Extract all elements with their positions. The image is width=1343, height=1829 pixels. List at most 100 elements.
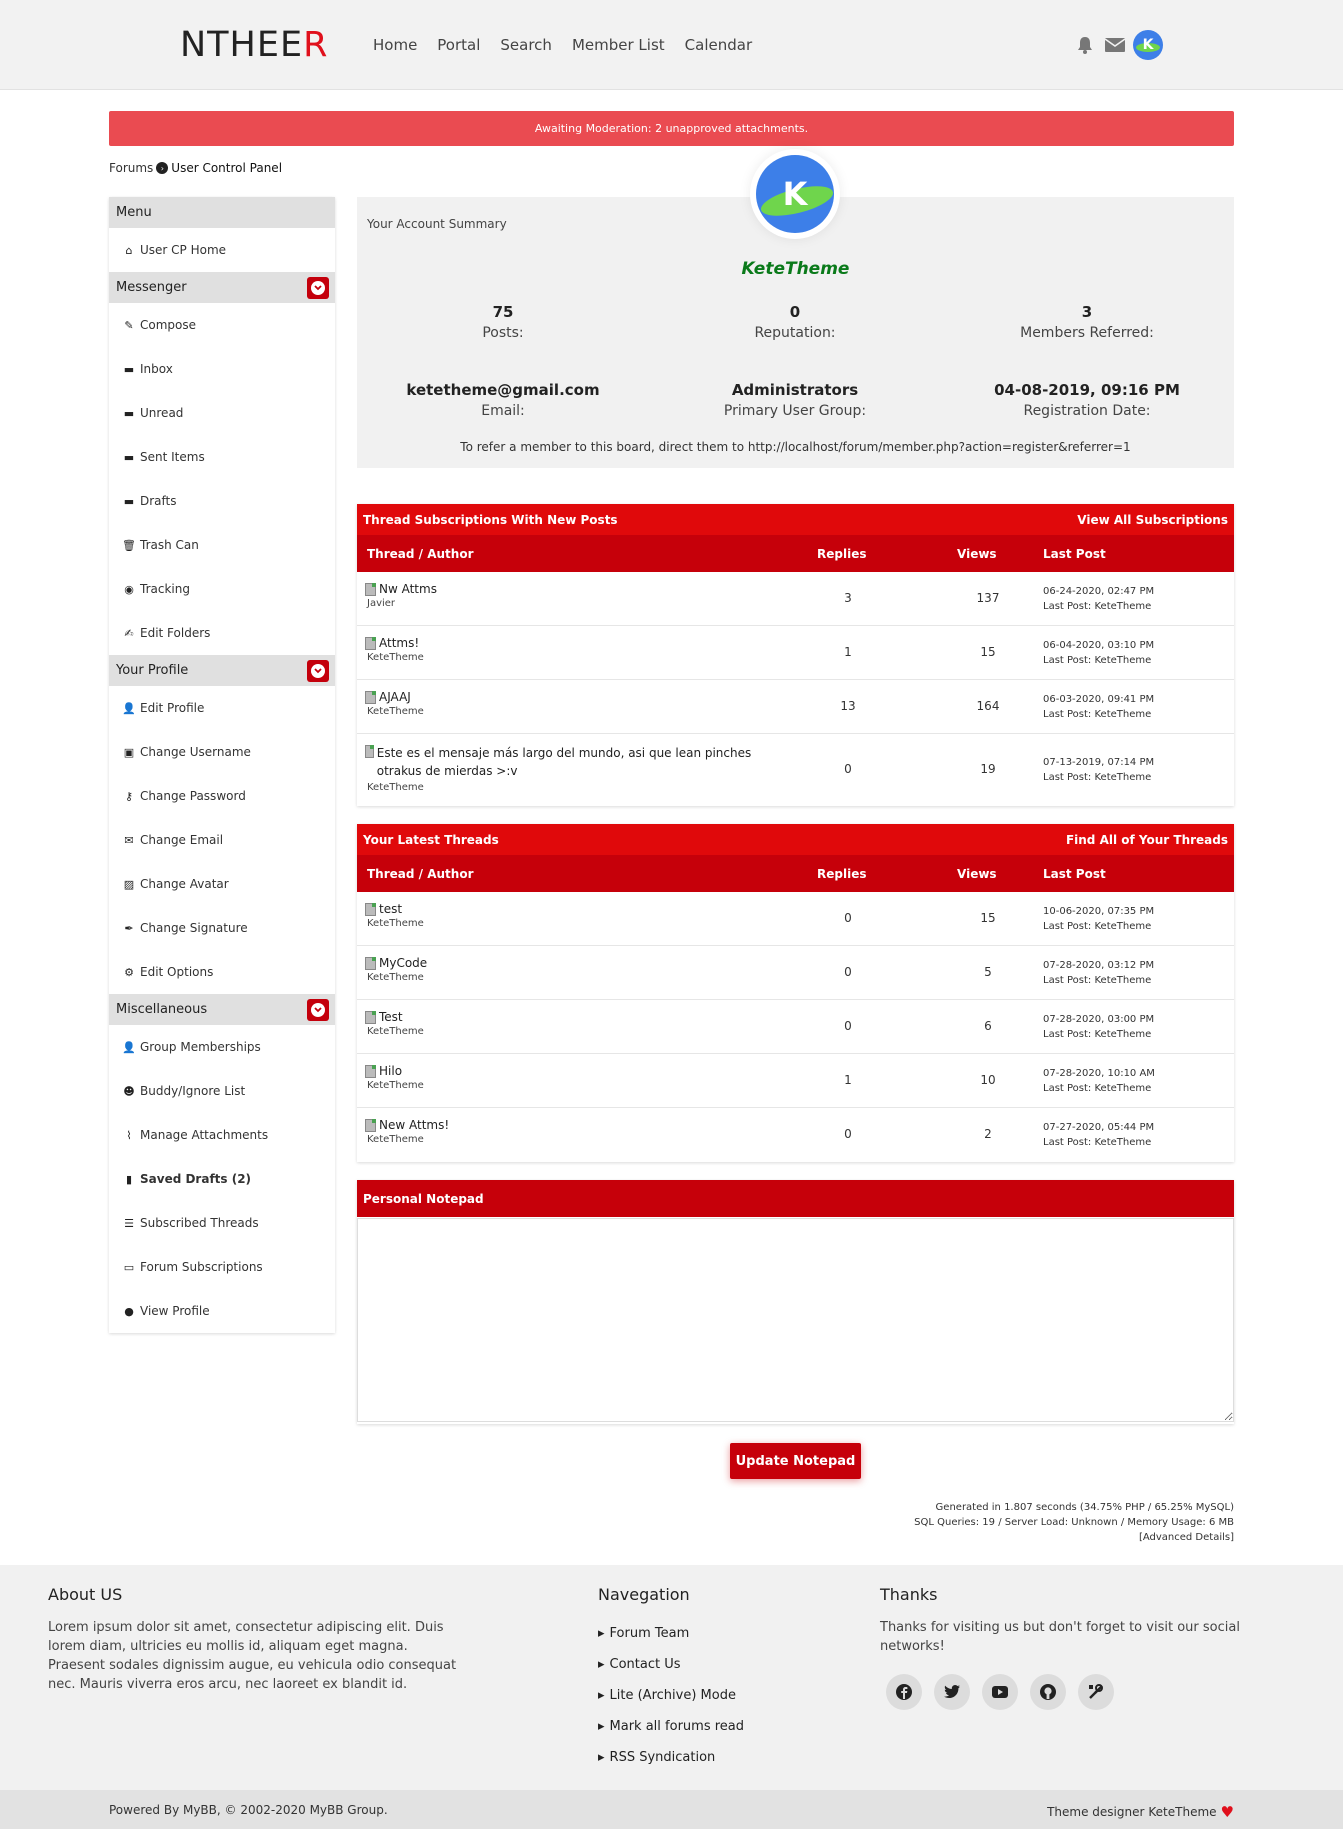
stat-registration: 04-08-2019, 09:16 PM Registration Date: (994, 381, 1180, 419)
sidebar-misc-header[interactable]: Miscellaneous (109, 994, 335, 1025)
moderation-alert[interactable]: Awaiting Moderation: 2 unapproved attach… (109, 111, 1234, 146)
sidebar-messenger-header[interactable]: Messenger (109, 272, 335, 303)
sidebar-item-tracking[interactable]: ◉ Tracking (109, 567, 335, 611)
sidebar-item-change-avatar[interactable]: ▨ Change Avatar (109, 862, 335, 906)
referral-text: To refer a member to this board, direct … (460, 440, 1131, 454)
sidebar-item-unread[interactable]: ▬ Unread (109, 391, 335, 435)
folder-icon: ▬ (123, 362, 135, 376)
update-notepad-button[interactable]: Update Notepad (730, 1443, 861, 1479)
logo-prefix: NTHEE (180, 25, 304, 65)
folder-icon: ▬ (123, 406, 135, 420)
image-icon: ▨ (123, 877, 135, 891)
table-row[interactable]: Test KeteTheme 0 6 07-28-2020, 03:00 PM La… (357, 1000, 1234, 1054)
table-row[interactable]: Hilo KeteTheme 1 10 07-28-2020, 10:10 AM L… (357, 1054, 1234, 1108)
sidebar-profile-header[interactable]: Your Profile (109, 655, 335, 686)
table-columns: Thread / Author Replies Views Last Post (357, 535, 1234, 572)
username[interactable]: KeteTheme (357, 259, 1234, 279)
youtube-icon[interactable] (982, 1674, 1018, 1710)
github-icon[interactable] (1030, 1674, 1066, 1710)
sidebar-menu-header: Menu (109, 197, 335, 228)
tools-icon[interactable] (1078, 1674, 1114, 1710)
facebook-icon[interactable] (886, 1674, 922, 1710)
stat-posts: 75 Posts: (482, 303, 524, 341)
pencil-icon: ✎ (124, 318, 134, 332)
nav-calendar[interactable]: Calendar (685, 36, 752, 54)
sidebar-item-change-signature[interactable]: ✒ Change Signature (109, 906, 335, 950)
table-row[interactable]: AJAAJ KeteTheme 13 164 06-03-2020, 09:41 … (357, 680, 1234, 734)
latest-threads-header: Your Latest Threads Find All of Your Thr… (357, 824, 1234, 855)
breadcrumb: Forums › User Control Panel (109, 161, 282, 175)
sidebar-item-change-email[interactable]: ✉ Change Email (109, 818, 335, 862)
collapse-toggle-icon[interactable] (307, 659, 329, 682)
sidebar-item-drafts[interactable]: ▬ Drafts (109, 479, 335, 523)
collapse-toggle-icon[interactable] (307, 998, 329, 1021)
sidebar-item-buddy-ignore[interactable]: ☻ Buddy/Ignore List (109, 1069, 335, 1113)
notepad-header: Personal Notepad (357, 1180, 1234, 1217)
notepad-textarea[interactable] (357, 1218, 1234, 1422)
subscriptions-table: Thread Subscriptions With New Posts View… (357, 504, 1234, 806)
caret-right-icon: ▸ (598, 1626, 605, 1641)
table-row[interactable]: test KeteTheme 0 15 10-06-2020, 07:35 PM L… (357, 892, 1234, 946)
breadcrumb-forums[interactable]: Forums (109, 161, 153, 175)
find-all-threads-link[interactable]: Find All of Your Threads (1066, 833, 1228, 847)
footer-link-lite-mode[interactable]: ▸ Lite (Archive) Mode (598, 1680, 818, 1711)
sidebar-item-subscribed-threads[interactable]: ☰ Subscribed Threads (109, 1201, 335, 1245)
footer-link-rss[interactable]: ▸ RSS Syndication (598, 1742, 818, 1773)
stat-email: ketetheme@gmail.com Email: (406, 381, 600, 419)
nav-search[interactable]: Search (500, 36, 552, 54)
stat-user-group: Administrators Primary User Group: (723, 381, 867, 419)
breadcrumb-current: User Control Panel (171, 161, 283, 175)
list-icon: ☰ (124, 1216, 134, 1230)
mail-icon[interactable] (1103, 33, 1127, 57)
footer-link-mark-read[interactable]: ▸ Mark all forums read (598, 1711, 818, 1742)
sidebar-item-group-memberships[interactable]: 👤 Group Memberships (109, 1025, 335, 1069)
table-row[interactable]: Nw Attms Javier 3 137 06-24-2020, 02:47 P… (357, 572, 1234, 626)
latest-threads-table: Your Latest Threads Find All of Your Thr… (357, 824, 1234, 1162)
powered-by[interactable]: Powered By MyBB, © 2002-2020 MyBB Group. (109, 1803, 388, 1817)
view-all-subscriptions-link[interactable]: View All Subscriptions (1077, 513, 1228, 527)
sidebar-item-manage-attachments[interactable]: ⌇ Manage Attachments (109, 1113, 335, 1157)
sidebar-item-sent-items[interactable]: ▬ Sent Items (109, 435, 335, 479)
personal-notepad: Personal Notepad (357, 1180, 1234, 1424)
stat-reputation: 0 Reputation: (754, 303, 836, 341)
sidebar-item-trash-can[interactable]: 🗑 Trash Can (109, 523, 335, 567)
collapse-toggle-icon[interactable] (307, 276, 329, 299)
footer-about: About US Lorem ipsum dolor sit amet, con… (48, 1585, 457, 1692)
table-row[interactable]: New Attms! KeteTheme 0 2 07-27-2020, 05:4… (357, 1108, 1234, 1162)
sidebar-item-saved-drafts[interactable]: ▮ Saved Drafts (2) (109, 1157, 335, 1201)
nav-portal[interactable]: Portal (437, 36, 480, 54)
site-logo[interactable]: NTHEER (180, 25, 328, 65)
folder-icon: ▬ (123, 450, 135, 464)
nav-home[interactable]: Home (373, 36, 417, 54)
sidebar-item-forum-subscriptions[interactable]: ▭ Forum Subscriptions (109, 1245, 335, 1289)
advanced-details-link[interactable]: [Advanced Details] (914, 1530, 1234, 1545)
designer-link[interactable]: KeteTheme (1148, 1805, 1216, 1819)
sidebar-item-view-profile[interactable]: ● View Profile (109, 1289, 335, 1333)
table-columns: Thread / Author Replies Views Last Post (357, 855, 1234, 892)
sidebar-item-edit-profile[interactable]: 👤 Edit Profile (109, 686, 335, 730)
table-row[interactable]: Este es el mensaje más largo del mundo, … (357, 734, 1234, 806)
twitter-icon[interactable] (934, 1674, 970, 1710)
footer-link-forum-team[interactable]: ▸ Forum Team (598, 1618, 818, 1649)
sidebar-item-compose[interactable]: ✎ Compose (109, 303, 335, 347)
nav-member-list[interactable]: Member List (572, 36, 665, 54)
bell-icon[interactable] (1073, 33, 1097, 57)
thread-icon (365, 957, 376, 970)
user-icon: 👤 (122, 1040, 136, 1054)
footer-link-contact[interactable]: ▸ Contact Us (598, 1649, 818, 1680)
user-avatar[interactable]: K (1133, 30, 1163, 60)
edit-icon: ✍ (124, 626, 134, 640)
table-row[interactable]: MyCode KeteTheme 0 5 07-28-2020, 03:12 PM… (357, 946, 1234, 1000)
user-circle-icon: ● (124, 1304, 134, 1318)
sidebar-item-edit-folders[interactable]: ✍ Edit Folders (109, 611, 335, 655)
thread-icon (365, 745, 374, 758)
user-edit-icon: 👤 (122, 701, 136, 715)
sidebar-item-inbox[interactable]: ▬ Inbox (109, 347, 335, 391)
sidebar-item-change-username[interactable]: ▣ Change Username (109, 730, 335, 774)
sidebar-item-edit-options[interactable]: ⚙ Edit Options (109, 950, 335, 994)
table-row[interactable]: Attms! KeteTheme 1 15 06-04-2020, 03:10 P… (357, 626, 1234, 680)
footer-navigation: Navegation ▸ Forum Team ▸ Contact Us ▸ Lite… (598, 1585, 818, 1773)
sidebar-item-change-password[interactable]: ⚷ Change Password (109, 774, 335, 818)
sidebar-item-ucp-home[interactable]: ⌂ User CP Home (109, 228, 335, 272)
theme-credit: Theme designer KeteTheme ♥ (1047, 1803, 1234, 1821)
